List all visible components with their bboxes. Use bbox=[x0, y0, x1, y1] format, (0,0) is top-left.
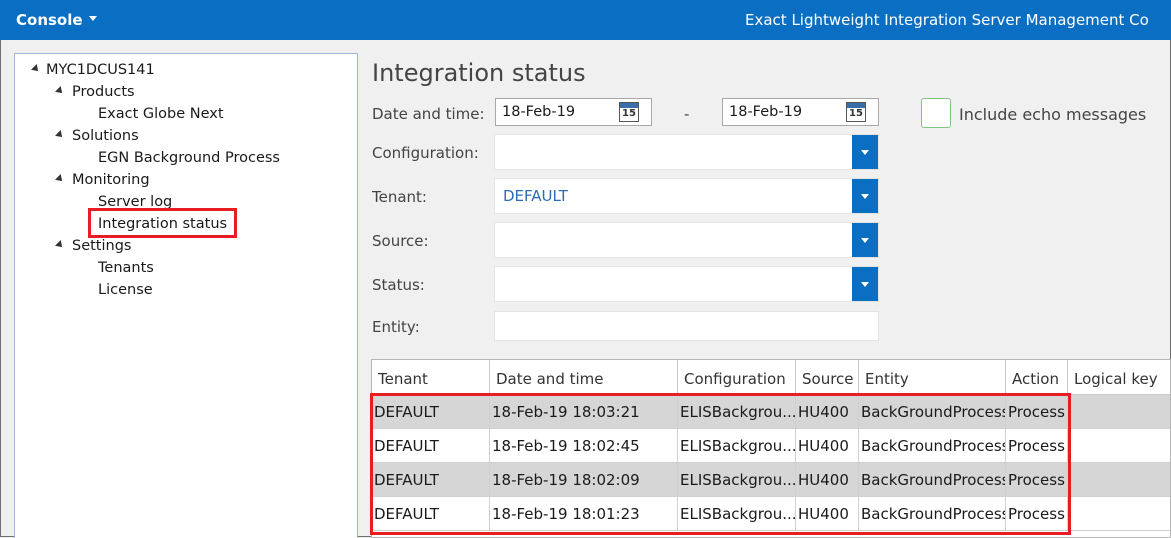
column-header-configuration[interactable]: Configuration bbox=[678, 360, 796, 395]
expand-arrow-icon[interactable] bbox=[55, 240, 65, 250]
chevron-down-icon bbox=[88, 16, 97, 21]
table-cell[interactable] bbox=[1068, 429, 1170, 463]
configuration-label: Configuration: bbox=[372, 144, 479, 162]
console-label: Console bbox=[16, 11, 83, 29]
page-title: Integration status bbox=[372, 59, 586, 87]
app-title: Exact Lightweight Integration Server Man… bbox=[745, 11, 1149, 29]
dropdown-button[interactable] bbox=[852, 267, 878, 301]
status-label: Status: bbox=[372, 276, 425, 294]
column-header-date-time[interactable]: Date and time bbox=[490, 360, 678, 395]
tree-node-settings[interactable]: Settings bbox=[72, 237, 131, 255]
top-bar: Console Exact Lightweight Integration Se… bbox=[0, 0, 1171, 40]
tree-node-license[interactable]: License bbox=[98, 281, 153, 299]
calendar-day: 15 bbox=[849, 108, 863, 119]
date-label: Date and time: bbox=[372, 105, 485, 123]
column-header-tenant[interactable]: Tenant bbox=[372, 360, 490, 395]
highlight-box bbox=[370, 393, 1071, 535]
tree-node-products[interactable]: Products bbox=[72, 83, 135, 101]
table-cell[interactable] bbox=[1068, 463, 1170, 497]
column-header-action[interactable]: Action bbox=[1006, 360, 1068, 395]
dropdown-button[interactable] bbox=[852, 179, 878, 213]
column-header-source[interactable]: Source bbox=[796, 360, 859, 395]
tree-node-egn-background-process[interactable]: EGN Background Process bbox=[98, 149, 280, 167]
chevron-down-icon bbox=[861, 238, 869, 243]
highlight-box bbox=[88, 208, 237, 238]
chevron-down-icon bbox=[861, 150, 869, 155]
tree-node-solutions[interactable]: Solutions bbox=[72, 127, 139, 145]
entity-input[interactable] bbox=[494, 311, 879, 341]
tree-node-exact-globe-next[interactable]: Exact Globe Next bbox=[98, 105, 224, 123]
dropdown-button[interactable] bbox=[852, 223, 878, 257]
tenant-label: Tenant: bbox=[372, 188, 427, 206]
status-dropdown[interactable] bbox=[494, 266, 879, 302]
expand-arrow-icon[interactable] bbox=[55, 86, 65, 96]
chevron-down-icon bbox=[861, 282, 869, 287]
date-from-value: 18-Feb-19 bbox=[502, 104, 576, 120]
date-separator: - bbox=[684, 105, 690, 123]
calendar-icon[interactable]: 15 bbox=[846, 102, 866, 122]
calendar-day: 15 bbox=[622, 108, 636, 119]
table-cell[interactable] bbox=[1068, 395, 1170, 429]
source-dropdown[interactable] bbox=[494, 222, 879, 258]
tenant-value: DEFAULT bbox=[503, 187, 568, 205]
expand-arrow-icon[interactable] bbox=[31, 64, 41, 74]
tree-node-monitoring[interactable]: Monitoring bbox=[72, 171, 150, 189]
date-to-value: 18-Feb-19 bbox=[729, 104, 803, 120]
tree-node-tenants[interactable]: Tenants bbox=[98, 259, 154, 277]
navigation-tree: MYC1DCUS141 Products Exact Globe Next So… bbox=[14, 53, 358, 538]
dropdown-button[interactable] bbox=[852, 135, 878, 169]
entity-label: Entity: bbox=[372, 318, 420, 336]
table-cell[interactable] bbox=[1068, 497, 1170, 531]
column-header-entity[interactable]: Entity bbox=[859, 360, 1006, 395]
source-label: Source: bbox=[372, 232, 429, 250]
echo-label: Include echo messages bbox=[959, 105, 1147, 124]
calendar-icon[interactable]: 15 bbox=[619, 102, 639, 122]
tree-node-root[interactable]: MYC1DCUS141 bbox=[46, 61, 155, 79]
echo-checkbox[interactable] bbox=[921, 98, 951, 128]
expand-arrow-icon[interactable] bbox=[55, 130, 65, 140]
column-header-logical-key[interactable]: Logical key bbox=[1068, 360, 1170, 395]
chevron-down-icon bbox=[861, 194, 869, 199]
tenant-dropdown[interactable]: DEFAULT bbox=[494, 178, 879, 214]
console-menu[interactable]: Console bbox=[16, 11, 97, 29]
configuration-dropdown[interactable] bbox=[494, 134, 879, 170]
expand-arrow-icon[interactable] bbox=[55, 174, 65, 184]
